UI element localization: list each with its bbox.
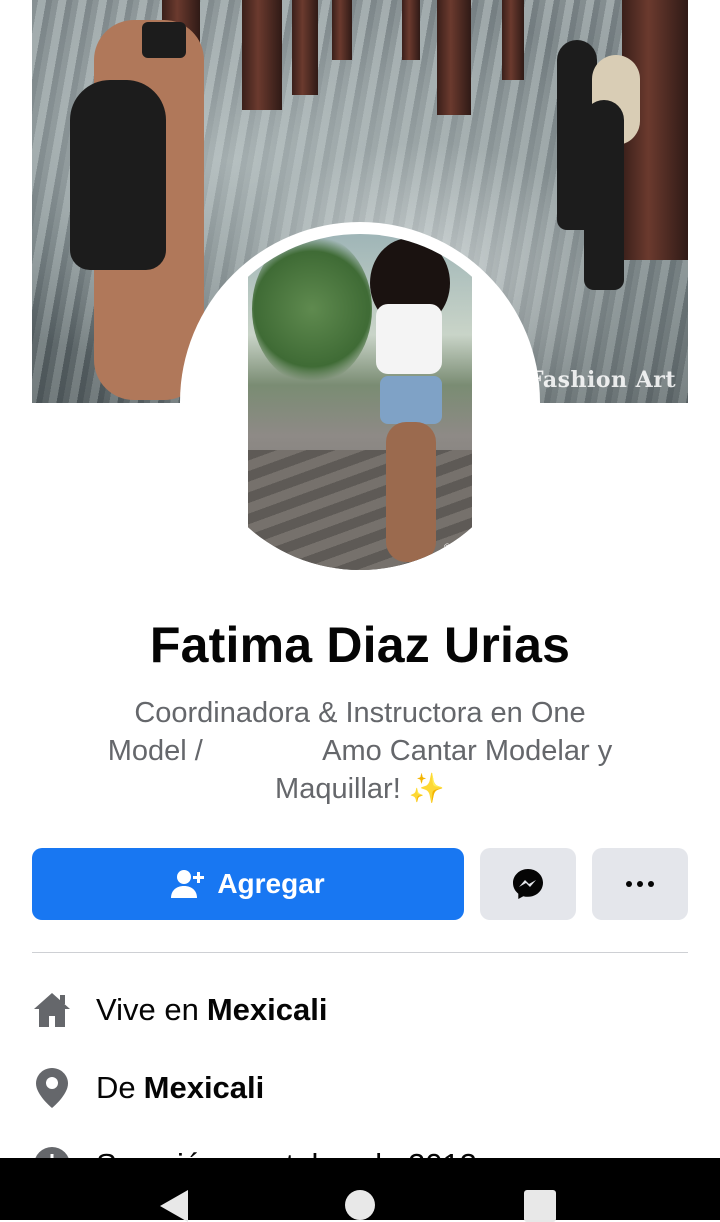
- messenger-icon: [513, 869, 543, 899]
- avatar-person-legs: [386, 422, 436, 562]
- info-lives-in[interactable]: Vive en Mexicali: [32, 985, 688, 1035]
- messenger-button[interactable]: [480, 848, 576, 920]
- bio-line: Coordinadora & Instructora en One: [134, 697, 586, 729]
- cover-person-suit: [70, 80, 166, 270]
- location-pin-icon: [32, 1066, 72, 1110]
- avatar-pavement: [248, 450, 472, 570]
- cover-person-woman: [584, 100, 624, 290]
- more-button[interactable]: [592, 848, 688, 920]
- back-icon[interactable]: [160, 1190, 188, 1222]
- avatar-tree: [252, 234, 372, 384]
- cover-pillar: [292, 0, 318, 95]
- info-from[interactable]: De Mexicali: [32, 1063, 688, 1113]
- info-lives-city: Mexicali: [206, 992, 328, 1027]
- avatar-person-top: [376, 304, 442, 374]
- cover-watermark: Fashion Art: [527, 367, 676, 393]
- recent-apps-icon[interactable]: [524, 1190, 556, 1222]
- add-friend-icon: [171, 870, 205, 898]
- avatar-photo: © MA F: [248, 234, 472, 570]
- cover-pillar: [332, 0, 352, 60]
- bio-line: Model / Amo Cantar Modelar y: [107, 735, 613, 767]
- cover-pillar: [402, 0, 420, 60]
- avatar-watermark: © MA F: [444, 542, 467, 562]
- profile-name: Fatima Diaz Urias: [149, 617, 571, 673]
- cover-pillar: [242, 0, 282, 110]
- section-divider: [32, 952, 688, 953]
- bio-line: Maquillar! ✨: [275, 773, 445, 805]
- cover-camera: [142, 22, 186, 58]
- profile-bio: Coordinadora & Instructora en One Model …: [60, 694, 660, 808]
- home-icon: [32, 988, 72, 1032]
- home-button-icon[interactable]: [345, 1190, 375, 1220]
- cover-pillar: [502, 0, 524, 80]
- avatar[interactable]: © MA F: [192, 234, 528, 570]
- more-icon: [626, 881, 654, 887]
- avatar-person-shorts: [380, 376, 442, 424]
- info-lives-prefix: Vive en: [96, 992, 199, 1027]
- add-friend-button[interactable]: Agregar: [32, 848, 464, 920]
- system-nav-bar: [0, 1158, 720, 1222]
- cover-pillar: [437, 0, 471, 115]
- add-friend-label: Agregar: [217, 868, 325, 899]
- info-from-prefix: De: [96, 1070, 136, 1105]
- info-from-city: Mexicali: [143, 1070, 265, 1105]
